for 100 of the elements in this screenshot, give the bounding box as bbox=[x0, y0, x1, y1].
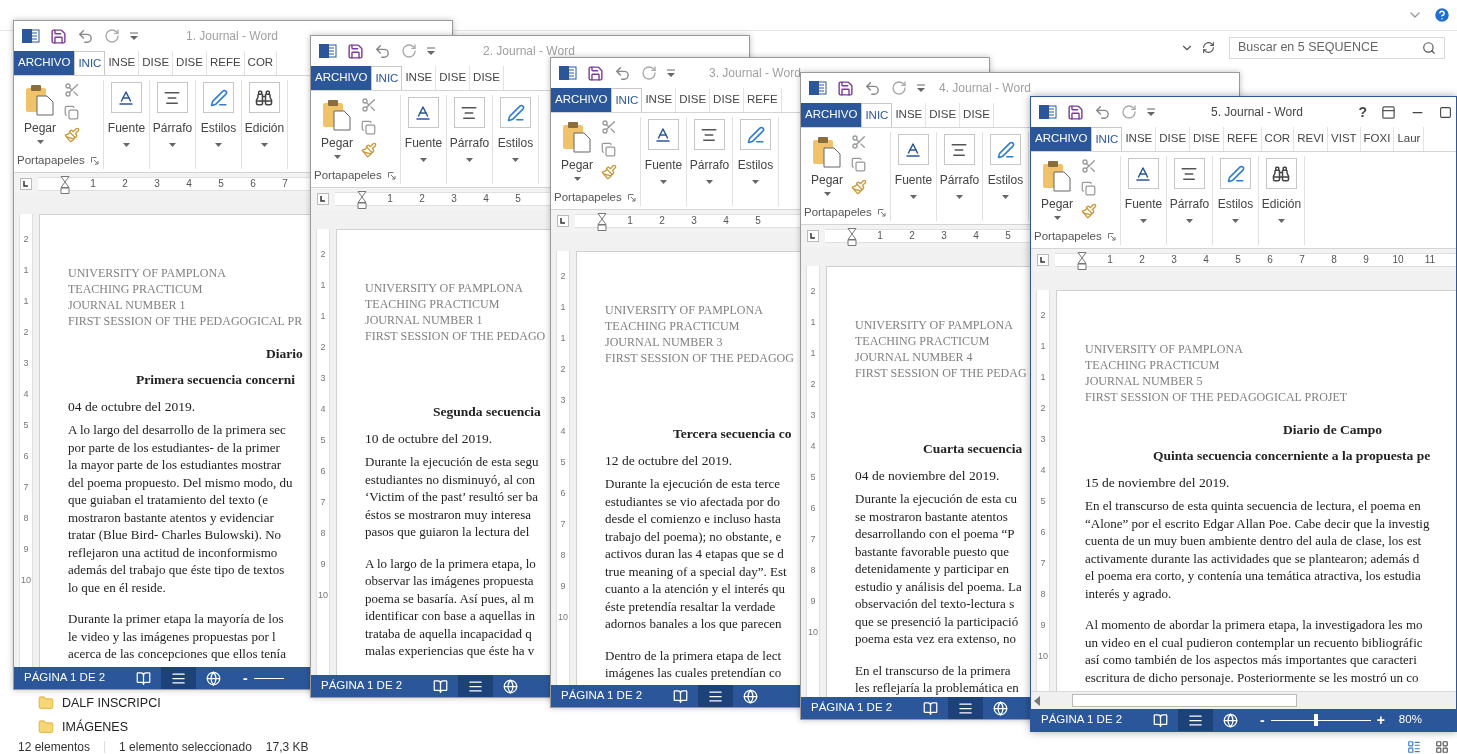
ribbon-button[interactable]: Estilos bbox=[497, 95, 534, 165]
zoom-out-button[interactable]: - bbox=[1258, 709, 1267, 731]
ribbon-tab[interactable]: Laur bbox=[1394, 127, 1425, 151]
copy-icon[interactable] bbox=[1081, 181, 1097, 196]
ribbon-tab[interactable]: INIC bbox=[371, 66, 403, 90]
customize-toolbar-icon[interactable] bbox=[427, 47, 435, 55]
tab-stop-icon[interactable] bbox=[317, 193, 329, 205]
ribbon-tab[interactable]: DISE bbox=[173, 51, 207, 75]
copy-icon[interactable] bbox=[64, 105, 80, 120]
ribbon-button[interactable]: Estilos bbox=[200, 80, 237, 150]
customize-toolbar-icon[interactable] bbox=[917, 84, 925, 92]
tiles-view-icon[interactable] bbox=[1435, 739, 1449, 754]
indent-marker-icon[interactable] bbox=[847, 228, 857, 246]
indent-marker-icon[interactable] bbox=[60, 176, 70, 194]
ribbon-tab[interactable]: INIC bbox=[611, 88, 643, 112]
zoom-in-button[interactable]: + bbox=[1374, 709, 1387, 731]
page-count[interactable]: PÁGINA 1 DE 2 bbox=[1031, 711, 1143, 729]
ribbon-button[interactable]: Párrafo bbox=[1169, 156, 1210, 226]
ribbon-tab[interactable]: ARCHIVO bbox=[551, 88, 612, 112]
view-button[interactable] bbox=[1178, 709, 1213, 731]
page-count[interactable]: PÁGINA 1 DE 2 bbox=[14, 669, 126, 687]
page-count[interactable]: PÁGINA 1 DE 2 bbox=[801, 699, 913, 717]
ribbon-tab[interactable]: INIC bbox=[861, 103, 893, 127]
maximize-icon[interactable] bbox=[1439, 105, 1452, 119]
format-painter-icon[interactable] bbox=[601, 164, 618, 180]
ribbon-tab[interactable]: DISE bbox=[139, 51, 174, 75]
ribbon-button[interactable]: Estilos bbox=[987, 132, 1024, 202]
word-logo-icon[interactable] bbox=[22, 28, 40, 44]
scroll-left-icon[interactable] bbox=[1034, 695, 1042, 706]
search-field[interactable]: Buscar en 5 SEQUENCE bbox=[1229, 36, 1445, 59]
view-button[interactable] bbox=[948, 697, 983, 719]
format-painter-icon[interactable] bbox=[361, 142, 378, 158]
indent-marker-icon[interactable] bbox=[597, 213, 607, 231]
ribbon-tab[interactable]: DISE bbox=[1156, 127, 1191, 151]
zoom-percent[interactable]: 80% bbox=[1398, 711, 1422, 729]
ribbon-tab[interactable]: ARCHIVO bbox=[14, 51, 75, 75]
ribbon-button[interactable]: Fuente bbox=[644, 117, 683, 187]
ribbon-tab[interactable]: DISE bbox=[676, 88, 711, 112]
paste-button[interactable]: Pegar bbox=[561, 117, 594, 190]
view-button[interactable] bbox=[698, 685, 733, 707]
undo-icon[interactable] bbox=[1094, 103, 1111, 121]
customize-toolbar-icon[interactable] bbox=[667, 69, 675, 77]
ribbon-tab[interactable]: DISE bbox=[436, 66, 471, 90]
word-logo-icon[interactable] bbox=[809, 80, 827, 96]
ribbon-tab[interactable]: INSE bbox=[892, 103, 927, 127]
ribbon-button[interactable]: Edición bbox=[244, 80, 285, 150]
ribbon-tab[interactable]: REFE bbox=[743, 88, 782, 112]
ribbon-tab[interactable]: REVI bbox=[1294, 127, 1328, 151]
tab-stop-icon[interactable] bbox=[1037, 254, 1049, 266]
ribbon-tab[interactable]: INSE bbox=[105, 51, 140, 75]
tab-stop-icon[interactable] bbox=[20, 178, 32, 190]
tab-stop-icon[interactable] bbox=[557, 215, 569, 227]
details-view-icon[interactable] bbox=[1407, 739, 1421, 754]
copy-icon[interactable] bbox=[851, 157, 867, 172]
save-icon[interactable] bbox=[1067, 103, 1084, 121]
format-painter-icon[interactable] bbox=[1081, 203, 1098, 219]
help-button[interactable]: ? bbox=[1358, 101, 1367, 123]
ribbon-tab[interactable]: INSE bbox=[402, 66, 437, 90]
dialog-launcher-icon[interactable] bbox=[387, 172, 396, 180]
indent-marker-icon[interactable] bbox=[357, 191, 367, 209]
ribbon-tab[interactable]: VIST bbox=[1328, 127, 1361, 151]
save-icon[interactable] bbox=[587, 64, 604, 82]
ribbon-button[interactable]: Párrafo bbox=[689, 117, 730, 187]
ribbon-tab[interactable]: DISE bbox=[470, 66, 504, 90]
folder-name[interactable]: IMÁGENES bbox=[62, 717, 128, 737]
paste-button[interactable]: Pegar bbox=[811, 132, 844, 205]
cut-icon[interactable] bbox=[1081, 158, 1098, 174]
word-logo-icon[interactable] bbox=[1039, 104, 1057, 120]
ribbon-tab[interactable]: COR bbox=[1261, 127, 1295, 151]
customize-toolbar-icon[interactable] bbox=[130, 32, 138, 40]
ribbon-tab[interactable]: REFE bbox=[206, 51, 245, 75]
ribbon-button[interactable]: Párrafo bbox=[939, 132, 980, 202]
ribbon-tab[interactable]: COR bbox=[244, 51, 278, 75]
ribbon-button[interactable]: Estilos bbox=[737, 117, 774, 187]
ribbon-tab[interactable]: DISE bbox=[960, 103, 994, 127]
dialog-launcher-icon[interactable] bbox=[90, 157, 99, 165]
cut-icon[interactable] bbox=[361, 97, 378, 113]
view-button[interactable] bbox=[458, 675, 493, 697]
ribbon-tab[interactable]: ARCHIVO bbox=[311, 66, 372, 90]
view-button[interactable] bbox=[161, 667, 196, 689]
page-count[interactable]: PÁGINA 1 DE 2 bbox=[551, 687, 663, 705]
horizontal-scrollbar[interactable] bbox=[1031, 691, 1456, 709]
cut-icon[interactable] bbox=[601, 119, 618, 135]
tab-stop-icon[interactable] bbox=[807, 230, 819, 242]
ribbon-button[interactable]: Edición bbox=[1261, 156, 1302, 226]
page-count[interactable]: PÁGINA 1 DE 2 bbox=[311, 677, 423, 695]
folder-name[interactable]: DALF INSCRIPCI bbox=[62, 693, 161, 713]
zoom-slider[interactable] bbox=[1270, 714, 1371, 726]
ribbon-tab[interactable]: INSE bbox=[1122, 127, 1157, 151]
ribbon-button[interactable]: Párrafo bbox=[449, 95, 490, 165]
undo-icon[interactable] bbox=[374, 42, 391, 60]
undo-icon[interactable] bbox=[614, 64, 631, 82]
dialog-launcher-icon[interactable] bbox=[1107, 233, 1116, 241]
ribbon-tab[interactable]: DISE bbox=[926, 103, 961, 127]
refresh-icon[interactable] bbox=[1202, 41, 1215, 54]
ribbon-tab[interactable]: ARCHIVO bbox=[801, 103, 862, 127]
ribbon-tab[interactable]: DISE bbox=[1190, 127, 1224, 151]
ribbon-button[interactable]: Fuente bbox=[404, 95, 443, 165]
format-painter-icon[interactable] bbox=[64, 127, 81, 143]
ribbon-button[interactable]: Fuente bbox=[894, 132, 933, 202]
